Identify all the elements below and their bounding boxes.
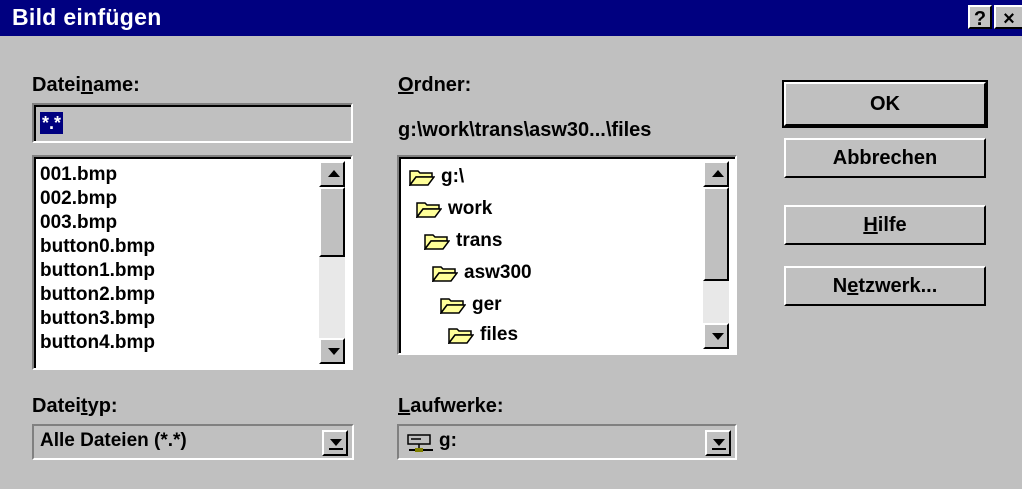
filetype-select[interactable]: Alle Dateien (*.*) xyxy=(32,424,354,460)
ok-button[interactable]: OK xyxy=(782,80,988,128)
network-drive-icon xyxy=(407,434,433,452)
drives-label: Laufwerke: xyxy=(398,395,504,417)
file-list[interactable]: 001.bmp 002.bmp 003.bmp button0.bmp butt… xyxy=(32,155,353,370)
drive-select[interactable]: g: xyxy=(397,424,737,460)
insert-image-dialog: Bild einfügen ? × Dateiname: *.* 001.bmp… xyxy=(0,0,1022,489)
folder-open-icon xyxy=(432,266,458,282)
folder-open-icon xyxy=(440,298,466,314)
dropdown-button[interactable] xyxy=(322,430,348,456)
list-item[interactable]: 003.bmp xyxy=(40,211,155,235)
dropdown-bar xyxy=(329,448,343,450)
folder-label: Ordner: xyxy=(398,74,472,96)
chevron-down-icon xyxy=(713,439,725,446)
list-item[interactable]: button4.bmp xyxy=(40,331,155,355)
scroll-down-button[interactable] xyxy=(319,338,345,364)
dropdown-button[interactable] xyxy=(705,430,731,456)
cancel-button[interactable]: Abbrechen xyxy=(784,138,986,178)
chevron-down-icon xyxy=(330,439,342,446)
list-item[interactable]: 002.bmp xyxy=(40,187,155,211)
scroll-down-button[interactable] xyxy=(703,323,729,349)
arrow-down-icon xyxy=(328,348,340,355)
filename-input[interactable]: *.* xyxy=(32,103,353,143)
filename-label: Dateiname: xyxy=(32,74,140,96)
arrow-up-icon xyxy=(328,170,340,177)
arrow-down-icon xyxy=(712,333,724,340)
filetype-label: Dateityp: xyxy=(32,395,118,417)
close-button[interactable]: × xyxy=(994,5,1022,30)
title-bar[interactable]: Bild einfügen ? × xyxy=(0,0,1022,36)
folder-open-icon xyxy=(416,202,442,218)
window-title: Bild einfügen xyxy=(12,4,162,30)
list-item[interactable]: 001.bmp xyxy=(40,163,155,187)
scroll-thumb[interactable] xyxy=(703,187,729,281)
folder-open-icon xyxy=(424,234,450,250)
current-folder-path: g:\work\trans\asw30...\files xyxy=(398,119,652,141)
filename-value: *.* xyxy=(40,112,64,134)
folder-tree-scrollbar[interactable] xyxy=(703,161,729,349)
scroll-up-button[interactable] xyxy=(319,161,345,187)
list-item[interactable]: button3.bmp xyxy=(40,307,155,331)
drive-value: g: xyxy=(439,430,457,451)
folder-open-icon xyxy=(448,328,474,344)
folder-tree[interactable]: g:\ work trans asw300 ger files xyxy=(397,155,737,355)
folder-open-icon xyxy=(409,170,435,186)
list-item[interactable]: button0.bmp xyxy=(40,235,155,259)
network-button[interactable]: Netzwerk... xyxy=(784,266,986,306)
file-list-scrollbar[interactable] xyxy=(319,161,345,364)
list-item[interactable]: button1.bmp xyxy=(40,259,155,283)
scroll-thumb[interactable] xyxy=(319,187,345,257)
help-button[interactable]: Hilfe xyxy=(784,205,986,245)
arrow-up-icon xyxy=(712,170,724,177)
dropdown-bar xyxy=(712,448,726,450)
context-help-button[interactable]: ? xyxy=(968,5,992,30)
filetype-value: Alle Dateien (*.*) xyxy=(40,430,187,451)
list-item[interactable]: button2.bmp xyxy=(40,283,155,307)
scroll-up-button[interactable] xyxy=(703,161,729,187)
